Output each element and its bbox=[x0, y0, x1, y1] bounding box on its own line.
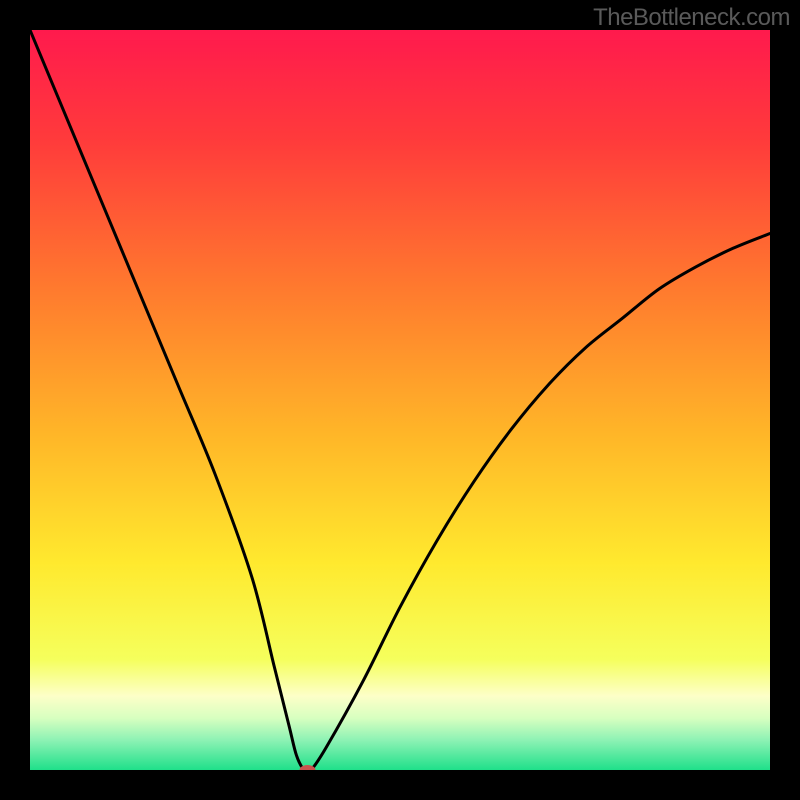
watermark-text: TheBottleneck.com bbox=[593, 4, 790, 32]
plot-area bbox=[30, 30, 770, 770]
gradient-background bbox=[30, 30, 770, 770]
chart-svg bbox=[30, 30, 770, 770]
